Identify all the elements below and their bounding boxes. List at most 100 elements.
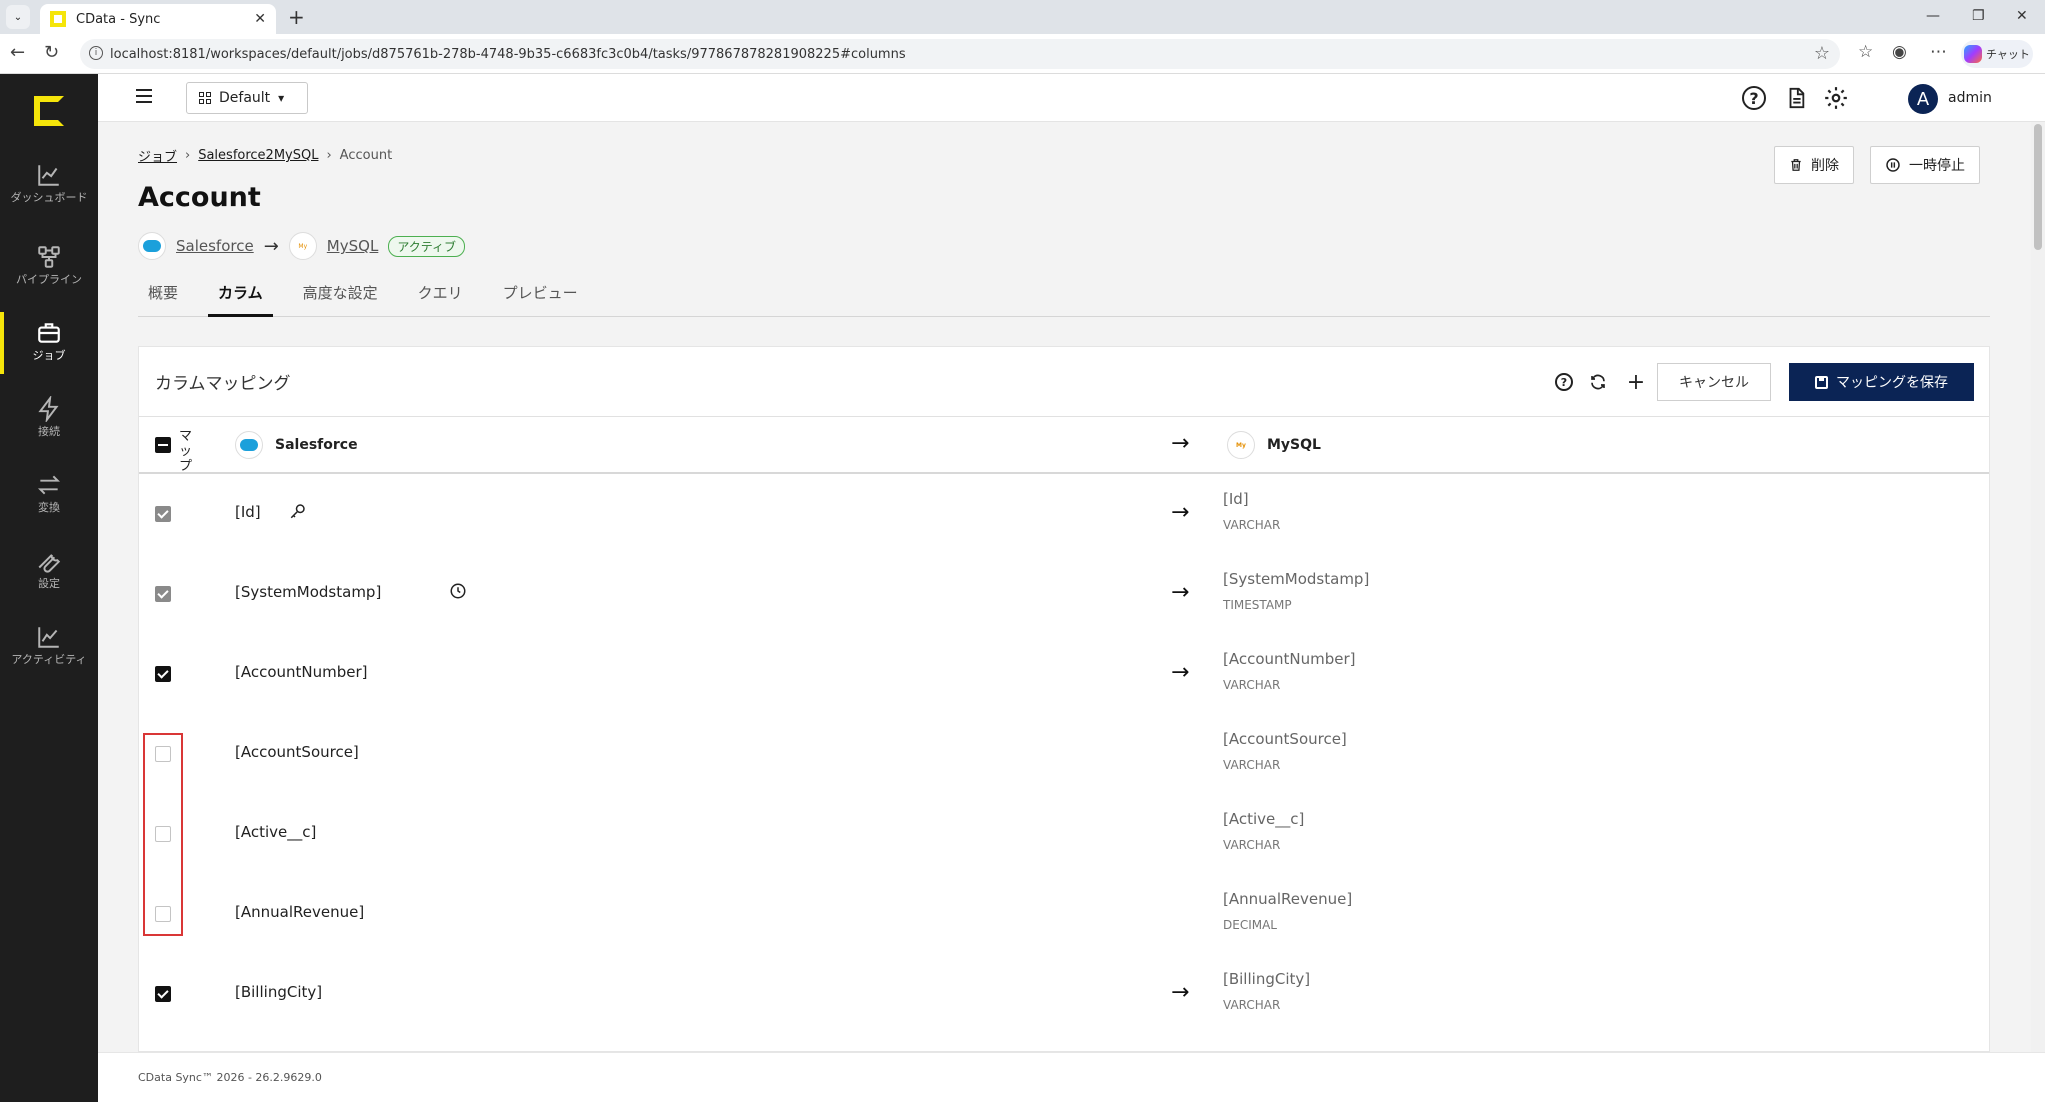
refresh-icon[interactable]	[1587, 371, 1609, 393]
lightning-icon	[36, 394, 62, 424]
sidebar-item-jobs[interactable]: ジョブ	[0, 312, 98, 386]
delete-label: 削除	[1811, 158, 1839, 174]
delete-button[interactable]: 削除	[1774, 146, 1854, 184]
tab-list-button[interactable]: ⌄	[6, 5, 30, 29]
source-column-name: [AnnualRevenue]	[235, 903, 365, 921]
select-all-checkbox[interactable]	[155, 437, 171, 453]
map-checkbox[interactable]	[155, 586, 171, 602]
workspace-name: Default	[219, 90, 271, 106]
save-mapping-button[interactable]: マッピングを保存	[1789, 363, 1974, 401]
arrow-right-icon: →	[1171, 660, 1190, 685]
browser-tab-bar: ⌄ CData - Sync ✕ + — ❐ ✕	[0, 0, 2045, 34]
source-column-name: [BillingCity]	[235, 983, 323, 1001]
sidebar-item-pipeline[interactable]: パイプライン	[0, 236, 98, 310]
maximize-icon[interactable]: ❐	[1972, 8, 1985, 24]
annotation-highlight-box	[143, 733, 183, 936]
favorites-icon[interactable]: ☆	[1858, 42, 1873, 62]
copilot-button[interactable]: チャット	[1961, 40, 2033, 68]
sidebar-item-label: 設定	[38, 577, 60, 590]
cdata-logo-icon[interactable]	[34, 96, 64, 126]
wrench-icon	[36, 548, 62, 574]
key-icon	[289, 502, 307, 525]
sidebar-item-label: 接続	[38, 425, 60, 438]
source-column-name: [SystemModstamp]	[235, 583, 382, 601]
profile-icon[interactable]: ◉	[1892, 42, 1907, 62]
sidebar-item-activity[interactable]: アクティビティ	[0, 616, 98, 690]
sidebar-item-label: アクティビティ	[11, 653, 87, 666]
destination-connection-link[interactable]: MySQL	[327, 237, 379, 255]
breadcrumb-separator: ›	[185, 148, 191, 163]
close-window-icon[interactable]: ✕	[2016, 8, 2028, 24]
table-row: [Active__c] [Active__c] VARCHAR	[139, 794, 1989, 874]
tab-columns[interactable]: カラム	[208, 272, 273, 317]
chart-line-icon	[36, 162, 62, 188]
breadcrumb-separator: ›	[326, 148, 332, 163]
sidebar-item-transform[interactable]: 変換	[0, 464, 98, 538]
gear-icon[interactable]	[1822, 84, 1850, 112]
source-connection-link[interactable]: Salesforce	[176, 237, 254, 255]
tab-overview[interactable]: 概要	[138, 272, 188, 317]
sidebar-item-settings[interactable]: 設定	[0, 540, 98, 614]
copilot-label: チャット	[1986, 48, 2030, 61]
chevron-down-icon: ⌄	[13, 11, 23, 23]
arrow-right-icon: →	[1171, 500, 1190, 525]
page-scrollbar[interactable]	[2031, 122, 2045, 1052]
help-icon[interactable]: ?	[1742, 86, 1766, 110]
footer: CData Sync™ 2026 - 26.2.9629.0	[98, 1052, 2045, 1102]
clock-icon	[449, 582, 467, 605]
pause-label: 一時停止	[1909, 158, 1965, 174]
destination-column-type: VARCHAR	[1223, 998, 1281, 1012]
table-row: [Id] → [Id] VARCHAR	[139, 474, 1989, 554]
task-tabs: 概要 カラム 高度な設定 クエリ プレビュー	[138, 272, 1990, 317]
user-name[interactable]: admin	[1948, 90, 1992, 106]
destination-column-type: VARCHAR	[1223, 678, 1281, 692]
map-checkbox[interactable]	[155, 506, 171, 522]
mysql-logo-icon: My	[1227, 431, 1255, 459]
pause-button[interactable]: 一時停止	[1870, 146, 1980, 184]
back-icon[interactable]: ←	[10, 42, 25, 63]
close-tab-icon[interactable]: ✕	[254, 11, 266, 27]
version-text: CData Sync™ 2026 - 26.2.9629.0	[138, 1071, 322, 1084]
destination-column-type: VARCHAR	[1223, 838, 1281, 852]
avatar[interactable]: A	[1908, 84, 1938, 114]
document-icon[interactable]	[1782, 84, 1810, 112]
activity-icon	[36, 624, 62, 650]
tab-preview[interactable]: プレビュー	[493, 272, 588, 317]
source-column-header: Salesforce	[235, 431, 358, 459]
card-title: カラムマッピング	[155, 374, 291, 394]
breadcrumb-job-link[interactable]: Salesforce2MySQL	[198, 148, 318, 163]
bookmark-star-icon[interactable]: ☆	[1814, 43, 1830, 64]
reload-icon[interactable]: ↻	[44, 42, 59, 63]
more-icon[interactable]: ⋯	[1930, 42, 1947, 62]
url-field[interactable]: i localhost:8181/workspaces/default/jobs…	[80, 39, 1840, 69]
sidebar-item-label: ダッシュボード	[10, 191, 88, 204]
sidebar-item-label: 変換	[38, 501, 60, 514]
tab-query[interactable]: クエリ	[408, 272, 473, 317]
map-checkbox[interactable]	[155, 666, 171, 682]
sidebar-item-dashboard[interactable]: ダッシュボード	[0, 154, 98, 228]
table-row: [SystemModstamp] → [SystemModstamp] TIME…	[139, 554, 1989, 634]
status-badge: アクティブ	[388, 235, 465, 257]
source-column-name: [AccountSource]	[235, 743, 359, 761]
new-tab-button[interactable]: +	[288, 5, 305, 29]
scrollbar-thumb[interactable]	[2034, 124, 2042, 250]
map-checkbox[interactable]	[155, 986, 171, 1002]
connection-row: Salesforce → My MySQL アクティブ	[138, 232, 465, 260]
sidebar-item-connections[interactable]: 接続	[0, 388, 98, 462]
browser-tab[interactable]: CData - Sync ✕	[40, 4, 276, 34]
destination-column-type: TIMESTAMP	[1223, 598, 1292, 612]
breadcrumb-jobs-link[interactable]: ジョブ	[138, 146, 177, 165]
workspace-select[interactable]: Default ▾	[186, 82, 308, 114]
destination-column-type: VARCHAR	[1223, 758, 1281, 772]
copilot-icon	[1964, 45, 1983, 63]
source-header-label: Salesforce	[275, 437, 358, 453]
tab-advanced[interactable]: 高度な設定	[293, 272, 388, 317]
destination-column-name: [Id]	[1223, 490, 1249, 508]
cancel-button[interactable]: キャンセル	[1657, 363, 1771, 401]
help-icon[interactable]: ?	[1555, 373, 1573, 391]
main-content: ジョブ › Salesforce2MySQL › Account Account…	[98, 122, 2028, 1052]
menu-icon[interactable]	[136, 89, 152, 103]
add-icon[interactable]: +	[1625, 370, 1647, 395]
minimize-icon[interactable]: —	[1926, 8, 1940, 24]
site-info-icon[interactable]: i	[89, 46, 103, 60]
